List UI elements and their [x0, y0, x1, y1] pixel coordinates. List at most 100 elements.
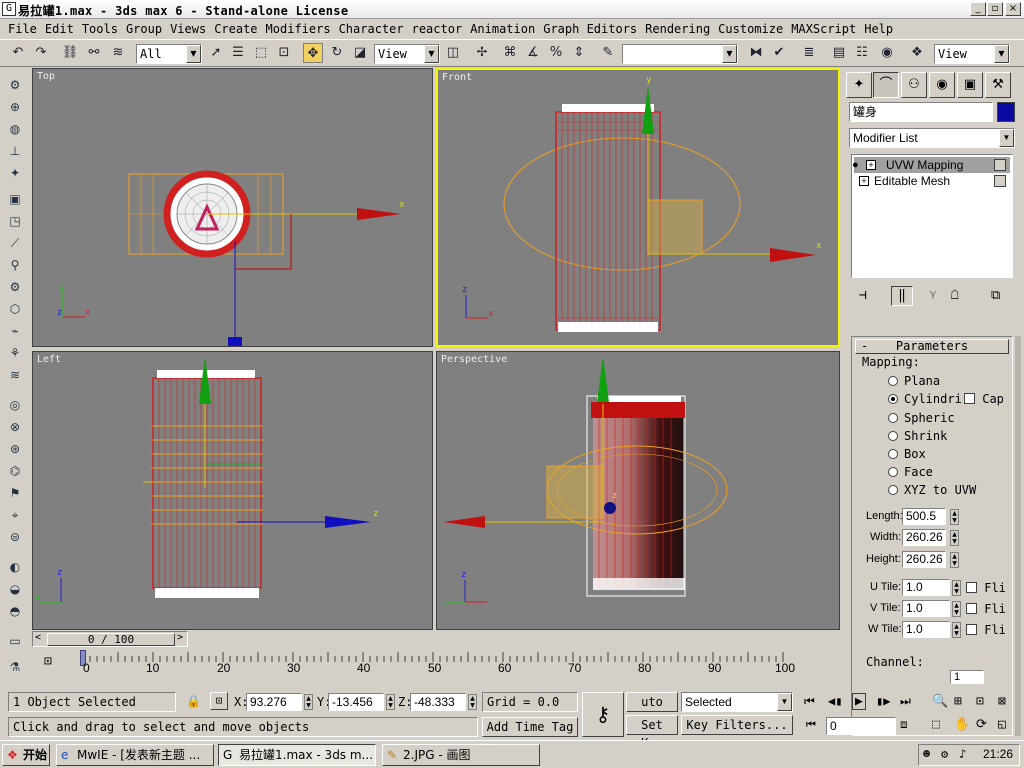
prev-frame-icon[interactable]: <	[35, 632, 41, 643]
object-color-swatch[interactable]	[997, 102, 1015, 122]
spinner-snap-icon[interactable]: ⇕	[569, 43, 589, 63]
align-icon[interactable]: ✔	[769, 43, 789, 63]
tool-icon[interactable]: ⚘	[5, 344, 25, 362]
stack-item-editable-mesh[interactable]: + Editable Mesh	[854, 173, 1010, 189]
select-manipulate-icon[interactable]: ✢	[472, 43, 492, 63]
add-time-tag-button[interactable]: Add Time Tag	[482, 717, 578, 737]
rect-selection-icon[interactable]: ⬚	[251, 43, 271, 63]
make-unique-icon[interactable]: ⋎	[929, 288, 937, 303]
next-frame-icon[interactable]: ▮▶	[876, 694, 890, 708]
modifier-toggle[interactable]	[994, 175, 1006, 187]
cap-checkbox[interactable]: Cap	[964, 392, 1004, 406]
radio-xyz-to-uvw[interactable]: XYZ to UVW	[888, 482, 976, 498]
viewport-front[interactable]: Front x y z x	[436, 68, 840, 347]
radio-spherical[interactable]: Spheric	[888, 410, 955, 426]
radio-box[interactable]: Box	[888, 446, 926, 462]
utile-spinner[interactable]: ▲ ▼	[952, 580, 961, 596]
tool-icon[interactable]: ⚙	[5, 76, 25, 94]
pan-icon[interactable]: ✋	[954, 717, 970, 732]
utilities-tab-icon[interactable]: ⚒	[985, 72, 1011, 98]
tool-icon[interactable]: ◎	[5, 396, 25, 414]
tool-icon[interactable]: ◐	[5, 558, 25, 576]
previous-frame-icon[interactable]: ◀▮	[828, 694, 842, 708]
wtile-input[interactable]: 1.0	[902, 621, 950, 638]
width-spinner[interactable]: ▲ ▼	[950, 530, 959, 546]
menu-graph-editors[interactable]: Graph Editors	[539, 22, 641, 36]
menu-customize[interactable]: Customize	[714, 22, 787, 36]
x-coord-input[interactable]: 93.276	[246, 693, 302, 711]
channel-input[interactable]: 1	[950, 670, 984, 684]
zoom-extents-all-icon[interactable]: ⊠	[998, 694, 1006, 709]
tool-icon[interactable]: ≋	[5, 366, 25, 384]
pin-stack-icon[interactable]: ⊣	[859, 288, 867, 303]
tool-icon[interactable]: ◓	[5, 602, 25, 620]
tool-icon[interactable]: ▣	[5, 190, 25, 208]
tool-icon[interactable]: ⊜	[5, 528, 25, 546]
select-by-name-icon[interactable]: ☰	[228, 43, 248, 63]
tool-icon[interactable]: ⊕	[5, 98, 25, 116]
mini-curve-editor-icon[interactable]: ⊡	[44, 654, 52, 669]
tool-icon[interactable]: ✦	[5, 164, 25, 182]
height-input[interactable]: 260.26	[902, 551, 946, 568]
hierarchy-tab-icon[interactable]: ⚇	[901, 72, 927, 98]
scale-icon[interactable]: ◪	[350, 43, 370, 63]
tool-icon[interactable]: ⌬	[5, 462, 25, 480]
unlink-icon[interactable]: ⚯	[84, 43, 104, 63]
minimize-button[interactable]: _	[970, 2, 986, 16]
menu-maxscript[interactable]: MAXScript	[787, 22, 860, 36]
key-mode-toggle-icon[interactable]: ⏮	[806, 718, 816, 732]
maximize-viewport-icon[interactable]: ◱	[998, 717, 1006, 732]
menu-edit[interactable]: Edit	[41, 22, 78, 36]
tool-icon[interactable]: ◳	[5, 212, 25, 230]
rollout-header[interactable]: - Parameters	[855, 339, 1009, 354]
light-bulb-icon[interactable]: ●	[852, 157, 859, 173]
x-spinner[interactable]: ▲ ▼	[304, 694, 313, 710]
wtile-spinner[interactable]: ▲ ▼	[952, 622, 961, 638]
menu-reactor[interactable]: reactor	[408, 22, 467, 36]
track-bar[interactable]: 0 10 20 30 40 50 60 70 80 90 100	[80, 650, 810, 675]
radio-face[interactable]: Face	[888, 464, 933, 480]
menu-modifiers[interactable]: Modifiers	[262, 22, 335, 36]
y-spinner[interactable]: ▲ ▼	[386, 694, 395, 710]
angle-snap-icon[interactable]: ∡	[523, 43, 543, 63]
start-button[interactable]: ❖ 开始	[2, 744, 50, 766]
viewport-left[interactable]: Left z z y	[32, 351, 433, 630]
vtile-spinner[interactable]: ▲ ▼	[952, 601, 961, 617]
region-zoom-icon[interactable]: ⬚	[932, 717, 940, 732]
viewport-perspective[interactable]: Perspective z z	[436, 351, 840, 630]
bind-spacewarp-icon[interactable]: ≋	[108, 43, 128, 63]
vtile-input[interactable]: 1.0	[902, 600, 950, 617]
menu-create[interactable]: Create	[210, 22, 261, 36]
zoom-icon[interactable]: 🔍	[932, 694, 948, 709]
create-tab-icon[interactable]: ✦	[846, 72, 872, 98]
motion-tab-icon[interactable]: ◉	[929, 72, 955, 98]
menu-animation[interactable]: Animation	[466, 22, 539, 36]
edit-named-selection-icon[interactable]: ✎	[598, 43, 618, 63]
tool-icon[interactable]: ⌖	[5, 506, 25, 524]
utile-flip-checkbox[interactable]: Fli	[966, 581, 1006, 595]
taskbar-item-mwie[interactable]: e MwIE - [发表新主题 ...	[56, 744, 214, 766]
expand-icon[interactable]: +	[866, 160, 876, 170]
width-input[interactable]: 260.26	[902, 529, 946, 546]
ref-coord-select[interactable]: View ▼	[374, 44, 440, 64]
tool-icon[interactable]: ◍	[5, 120, 25, 138]
rotate-icon[interactable]: ↻	[327, 43, 347, 63]
auto-key-button[interactable]: uto Key	[626, 692, 678, 712]
go-to-end-icon[interactable]: ⏭	[900, 694, 911, 709]
y-coord-input[interactable]: -13.456	[328, 693, 384, 711]
display-tab-icon[interactable]: ▣	[957, 72, 983, 98]
panel-scrollbar[interactable]	[1015, 336, 1021, 736]
object-name-input[interactable]: 罐身	[849, 102, 993, 122]
time-config-icon[interactable]: ⧈	[900, 717, 908, 732]
viewport-top[interactable]: Top x y z x	[32, 68, 433, 347]
move-icon[interactable]: ✥	[303, 43, 323, 63]
qq-icon[interactable]: ☻	[923, 747, 930, 761]
link-icon[interactable]: ⛓	[60, 43, 80, 63]
tool-icon[interactable]: ⚲	[5, 256, 25, 274]
menu-file[interactable]: File	[4, 22, 41, 36]
radio-cylindrical[interactable]: Cylindri	[888, 391, 962, 407]
tray-icon[interactable]: ⚙	[941, 747, 948, 761]
key-filters-button[interactable]: Key Filters...	[681, 715, 793, 735]
selection-filter-select[interactable]: All ▼	[136, 44, 202, 64]
set-key-big-icon[interactable]: ⚷	[582, 692, 624, 737]
